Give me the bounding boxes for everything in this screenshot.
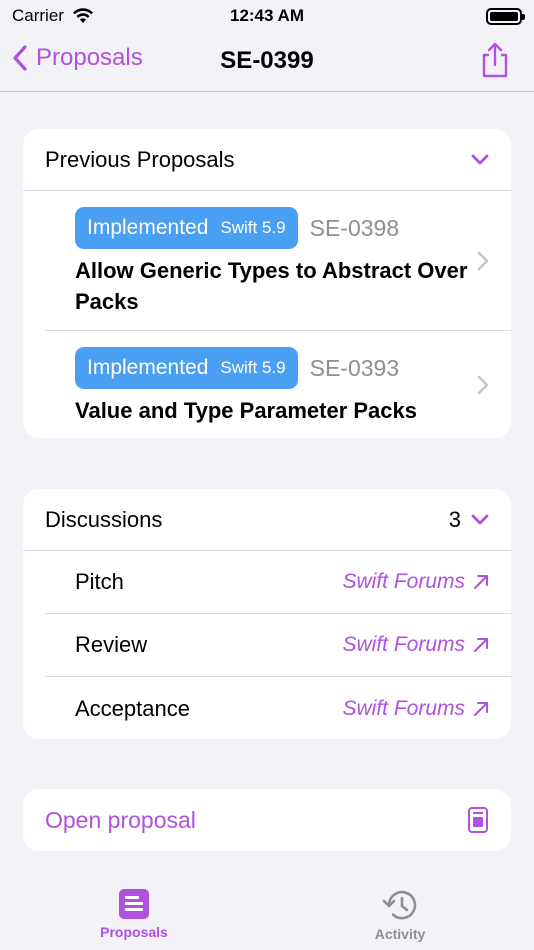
forum-link[interactable]: Swift Forums (342, 697, 489, 721)
forum-link-label: Swift Forums (342, 633, 465, 656)
proposal-id: SE-0398 (309, 214, 400, 241)
discussion-row-pitch[interactable]: Pitch Swift Forums (45, 551, 511, 614)
status-badge-label: Implemented (87, 216, 209, 239)
history-icon (382, 890, 417, 920)
proposal-meta: Implemented Swift 5.9 SE-0393 (75, 347, 471, 389)
back-button[interactable]: Proposals (12, 44, 143, 72)
discussions-title: Discussions (45, 506, 163, 532)
share-icon (482, 42, 508, 78)
previous-proposals-card: Previous Proposals Implemented Swift 5.9… (23, 129, 511, 438)
arrow-up-right-icon (474, 701, 488, 716)
navigation-bar: Proposals SE-0399 (0, 32, 534, 92)
carrier-label: Carrier (12, 6, 64, 25)
discussions-header-right: 3 (449, 507, 489, 533)
tab-activity[interactable]: Activity (364, 888, 436, 942)
open-proposal-button[interactable]: Open proposal (23, 789, 511, 851)
status-badge: Implemented Swift 5.9 (75, 207, 298, 249)
proposal-row[interactable]: Implemented Swift 5.9 SE-0398 Allow Gene… (45, 191, 511, 331)
status-left: Carrier (12, 6, 94, 26)
chevron-right-icon (477, 375, 489, 394)
proposal-title: Value and Type Parameter Packs (75, 398, 417, 423)
arrow-up-right-icon (474, 575, 488, 589)
discussions-header[interactable]: Discussions 3 (23, 489, 511, 551)
previous-proposals-title: Previous Proposals (45, 146, 235, 172)
forum-link-label: Swift Forums (342, 696, 465, 720)
wifi-icon (72, 8, 93, 23)
share-button[interactable] (480, 42, 510, 83)
chevron-left-icon (13, 45, 27, 71)
proposals-icon (119, 889, 149, 919)
forum-link-label: Swift Forums (342, 570, 465, 593)
version-label: Swift 5.9 (220, 358, 286, 377)
status-badge: Implemented Swift 5.9 (75, 347, 298, 389)
proposal-title: Allow Generic Types to Abstract Over Pac… (75, 258, 468, 314)
discussion-row-acceptance[interactable]: Acceptance Swift Forums (45, 677, 511, 739)
discussions-card: Discussions 3 Pitch Swift Forums Review … (23, 489, 511, 739)
discussions-count: 3 (448, 506, 461, 532)
back-label: Proposals (36, 44, 143, 71)
tab-proposals[interactable]: Proposals (98, 888, 170, 940)
proposal-meta: Implemented Swift 5.9 SE-0398 (75, 207, 471, 249)
status-bar: Carrier 12:43 AM (0, 0, 534, 32)
discussion-row-review[interactable]: Review Swift Forums (45, 614, 511, 677)
discussion-label: Acceptance (75, 695, 190, 721)
status-badge-label: Implemented (87, 356, 209, 379)
discussion-label: Pitch (75, 569, 124, 594)
arrow-up-right-icon (474, 638, 488, 652)
tab-label: Proposals (100, 924, 168, 940)
forum-link[interactable]: Swift Forums (342, 570, 489, 594)
forum-link[interactable]: Swift Forums (342, 633, 489, 657)
open-proposal-label: Open proposal (45, 806, 196, 833)
tab-bar: Proposals Activity (0, 878, 534, 950)
battery-icon (486, 7, 525, 25)
discussion-label: Review (75, 632, 148, 657)
previous-proposals-header[interactable]: Previous Proposals (23, 129, 511, 191)
document-icon (468, 807, 488, 833)
chevron-down-icon (471, 154, 489, 164)
proposal-id: SE-0393 (309, 354, 400, 381)
proposal-row[interactable]: Implemented Swift 5.9 SE-0393 Value and … (45, 331, 511, 438)
tab-label: Activity (374, 926, 426, 942)
chevron-down-icon (471, 514, 489, 524)
version-label: Swift 5.9 (220, 218, 286, 237)
chevron-right-icon (477, 251, 489, 270)
